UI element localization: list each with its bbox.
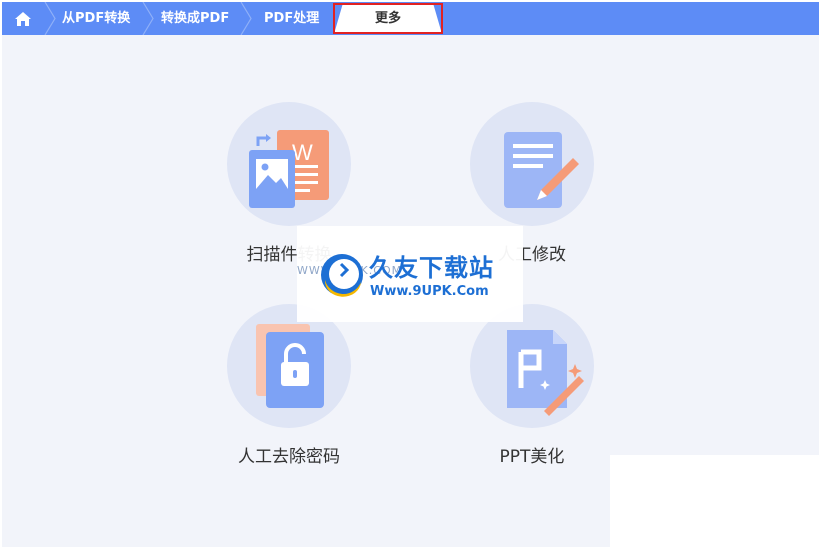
tab-to-pdf[interactable]: 转换成PDF	[161, 2, 229, 35]
feature-label: 人工去除密码	[238, 447, 340, 467]
home-icon	[15, 11, 31, 26]
tab-pdf-process[interactable]: PDF处理	[264, 2, 319, 35]
watermark-url: Www.9UPK.Com	[370, 284, 489, 299]
top-nav-bar: 从PDF转换 转换成PDF PDF处理 更多	[2, 2, 819, 35]
tab-more-label: 更多	[374, 11, 401, 26]
feature-remove-password[interactable]: 人工去除密码	[214, 304, 364, 494]
tab-separator	[142, 2, 154, 35]
feature-label: PPT美化	[499, 447, 565, 467]
svg-text:W: W	[292, 140, 313, 165]
home-button[interactable]	[2, 2, 44, 35]
tab-separator	[240, 2, 252, 35]
ppt-beautify-icon	[507, 330, 584, 416]
site-watermark: WWW.9UPK.COM 久友下载站 Www.9UPK.Com	[297, 226, 523, 322]
tab-more[interactable]: 更多	[333, 3, 443, 34]
tab-from-pdf[interactable]: 从PDF转换	[62, 2, 130, 35]
unlock-icon	[256, 324, 324, 408]
app-window: 从PDF转换 转换成PDF PDF处理 更多 W 扫描件转换 人工修改 人工去除…	[2, 2, 819, 547]
scan-convert-icon: W	[249, 130, 329, 208]
watermark-logo-icon	[321, 254, 363, 297]
watermark-title: 久友下载站	[369, 254, 494, 282]
feature-ppt-beautify[interactable]: PPT美化	[457, 304, 607, 494]
tab-separator	[44, 2, 56, 35]
manual-edit-icon	[504, 132, 579, 208]
blank-area	[610, 455, 819, 547]
